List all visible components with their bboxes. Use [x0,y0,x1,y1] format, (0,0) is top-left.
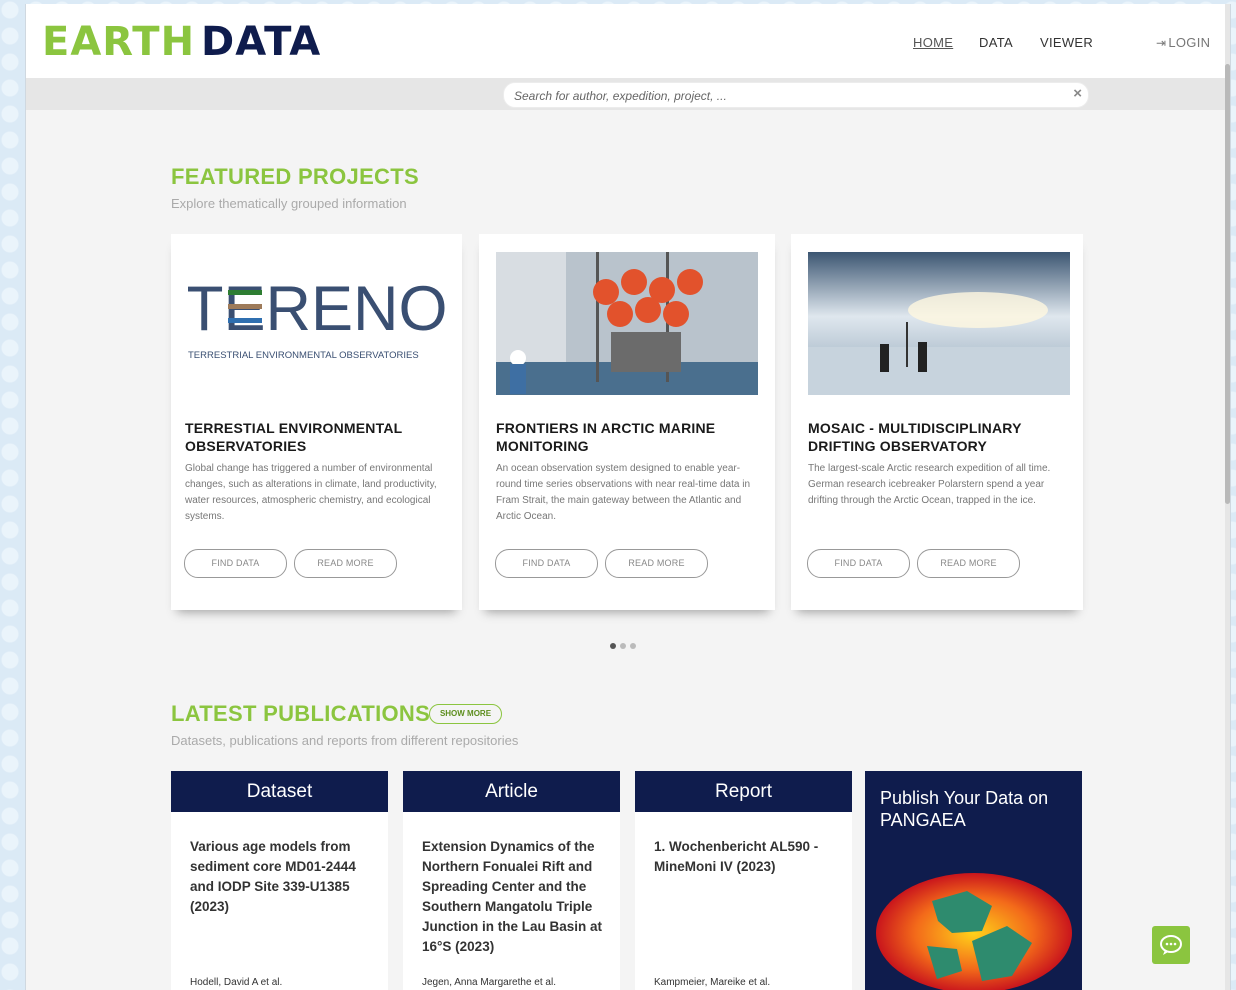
arctic-mooring-photo [496,252,758,395]
publish-data-panel[interactable]: Publish Your Data on PANGAEA [865,771,1082,990]
project-card-frontiers: FRONTIERS IN ARCTIC MARINE MONITORING An… [479,234,775,610]
featured-projects-heading: FEATURED PROJECTS [171,164,419,189]
publication-card-report[interactable]: Report 1. Wochenbericht AL590 - MineMoni… [635,771,852,990]
clear-search-icon[interactable]: × [1073,85,1082,102]
card-title[interactable]: FRONTIERS IN ARCTIC MARINE MONITORING [496,419,758,455]
read-more-button[interactable]: READ MORE [917,549,1020,578]
tereno-logo-image: TERENO TERRESTRIAL ENVIRONMENTAL OBSERVA… [188,252,450,395]
nav-viewer[interactable]: VIEWER [1040,35,1093,50]
find-data-button[interactable]: FIND DATA [807,549,910,578]
publication-title[interactable]: Various age models from sediment core MD… [190,837,370,917]
login-label: LOGIN [1168,35,1211,50]
card-description: An ocean observation system designed to … [496,463,751,522]
publication-title[interactable]: 1. Wochenbericht AL590 - MineMoni IV (20… [654,837,834,877]
card-description: Global change has triggered a number of … [185,463,437,522]
find-data-button[interactable]: FIND DATA [184,549,287,578]
latest-publications-subtitle: Datasets, publications and reports from … [171,733,519,748]
earth-globe-illustration [876,873,1072,990]
carousel-dot[interactable] [610,643,616,649]
publication-type: Dataset [171,771,388,812]
carousel-dot[interactable] [620,643,626,649]
find-data-button[interactable]: FIND DATA [495,549,598,578]
page-scrollbar[interactable] [1225,4,1230,990]
logo-part-data: DATA [201,19,322,65]
tereno-logo-subtext: TERRESTRIAL ENVIRONMENTAL OBSERVATORIES [188,350,419,361]
read-more-button[interactable]: READ MORE [294,549,397,578]
search-bar: × [26,78,1230,110]
tereno-logo-text: TERENO [188,274,448,344]
chat-button[interactable] [1152,926,1190,964]
carousel-indicators [610,636,640,654]
logo-part-earth: EARTH [42,19,196,65]
scrollbar-thumb[interactable] [1225,64,1230,504]
publication-type: Report [635,771,852,812]
chat-icon [1160,935,1182,955]
top-header: EARTH DATA HOME DATA VIEWER ⇥ LOGIN [26,4,1230,78]
page-frame: EARTHDATA HOME DATA VIEWER ⇥LOGIN × FEAT… [25,4,1231,990]
login-icon: ⇥ [1156,36,1167,50]
search-input[interactable] [512,86,1056,106]
project-card-tereno: TERENO TERRESTRIAL ENVIRONMENTAL OBSERVA… [171,234,462,610]
latest-publications-heading: LATEST PUBLICATIONS [171,701,431,726]
publication-type: Article [403,771,620,812]
publication-card-dataset[interactable]: Dataset Various age models from sediment… [171,771,388,990]
publication-author: Hodell, David A et al. [190,977,283,988]
publication-author: Jegen, Anna Margarethe et al. [422,977,556,988]
read-more-button[interactable]: READ MORE [605,549,708,578]
publication-author: Kampmeier, Mareike et al. [654,977,771,988]
project-card-mosaic: MOSAIC - MULTIDISCIPLINARY DRIFTING OBSE… [791,234,1083,610]
card-title[interactable]: MOSAIC - MULTIDISCIPLINARY DRIFTING OBSE… [808,419,1070,455]
polarstern-ice-photo [808,252,1070,395]
card-title[interactable]: TERRESTIAL ENVIRONMENTAL OBSERVATORIES [185,419,447,455]
nav-data[interactable]: DATA [979,35,1013,50]
featured-projects-subtitle: Explore thematically grouped information [171,196,407,211]
publish-data-title: Publish Your Data on PANGAEA [880,788,1049,830]
earth-data-logo[interactable]: EARTH DATA [42,20,321,64]
search-box: × [503,82,1089,108]
card-description: The largest-scale Arctic research expedi… [808,463,1051,506]
publication-card-article[interactable]: Article Extension Dynamics of the Northe… [403,771,620,990]
carousel-dot[interactable] [630,643,636,649]
nav-home[interactable]: HOME [913,35,953,50]
show-more-button[interactable]: SHOW MORE [429,704,502,724]
publication-title[interactable]: Extension Dynamics of the Northern Fonua… [422,837,602,957]
login-button[interactable]: ⇥ LOGIN [1156,35,1210,50]
